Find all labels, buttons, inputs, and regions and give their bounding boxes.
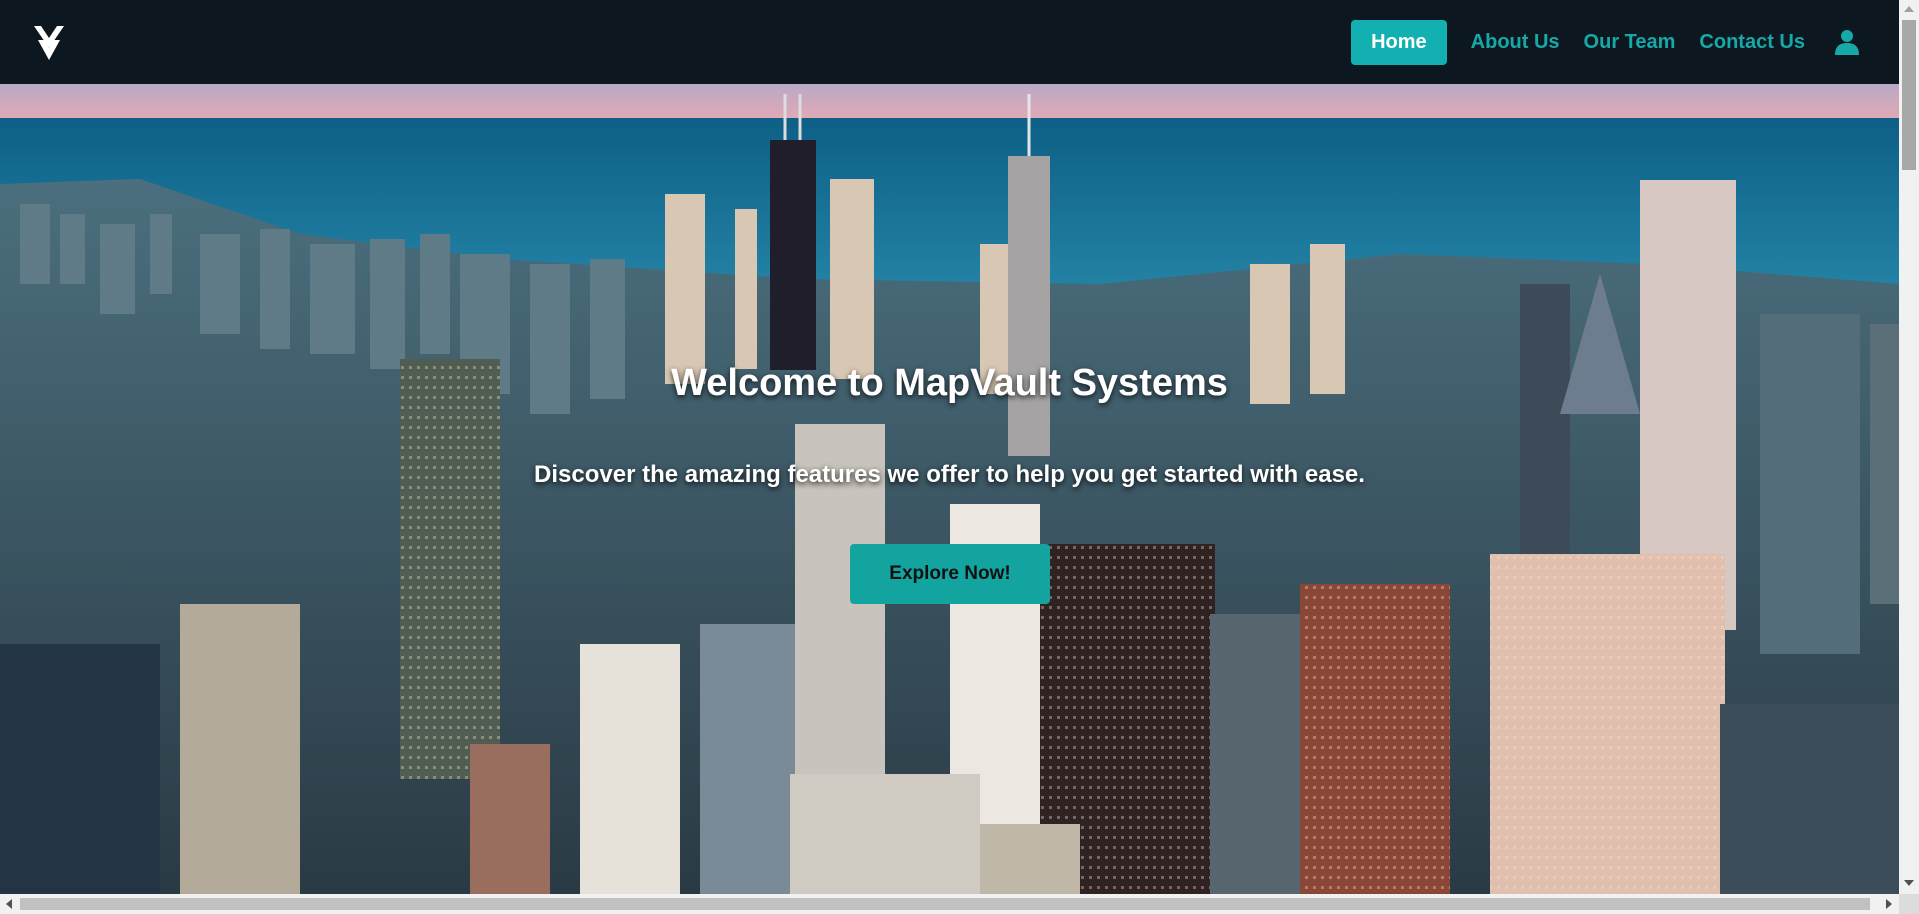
nav-about-link[interactable]: About Us bbox=[1471, 31, 1560, 54]
horizontal-scrollbar[interactable] bbox=[0, 894, 1899, 914]
nav-team-link[interactable]: Our Team bbox=[1584, 31, 1676, 54]
explore-now-button[interactable]: Explore Now! bbox=[850, 544, 1050, 604]
scroll-right-arrow-icon[interactable] bbox=[1886, 899, 1892, 909]
nav-home-link[interactable]: Home bbox=[1351, 19, 1447, 65]
vertical-scrollbar[interactable] bbox=[1899, 0, 1919, 894]
top-navbar: Home About Us Our Team Contact Us bbox=[0, 0, 1899, 84]
hero-subtitle: Discover the amazing features we offer t… bbox=[534, 461, 1365, 488]
scroll-left-arrow-icon[interactable] bbox=[6, 899, 12, 909]
main-nav: Home About Us Our Team Contact Us bbox=[1351, 19, 1859, 65]
scroll-up-arrow-icon[interactable] bbox=[1904, 6, 1914, 12]
scroll-down-arrow-icon[interactable] bbox=[1904, 880, 1914, 886]
hero-section: Welcome to MapVault Systems Discover the… bbox=[0, 84, 1899, 894]
hero-title: Welcome to MapVault Systems bbox=[671, 362, 1228, 404]
mapvault-logo-icon[interactable] bbox=[32, 22, 66, 62]
nav-contact-link[interactable]: Contact Us bbox=[1699, 31, 1805, 54]
hero-content: Welcome to MapVault Systems Discover the… bbox=[0, 84, 1899, 894]
user-profile-icon[interactable] bbox=[1835, 29, 1859, 55]
scrollbar-corner bbox=[1899, 894, 1919, 914]
vertical-scroll-thumb[interactable] bbox=[1902, 20, 1916, 170]
horizontal-scroll-thumb[interactable] bbox=[20, 898, 1870, 910]
